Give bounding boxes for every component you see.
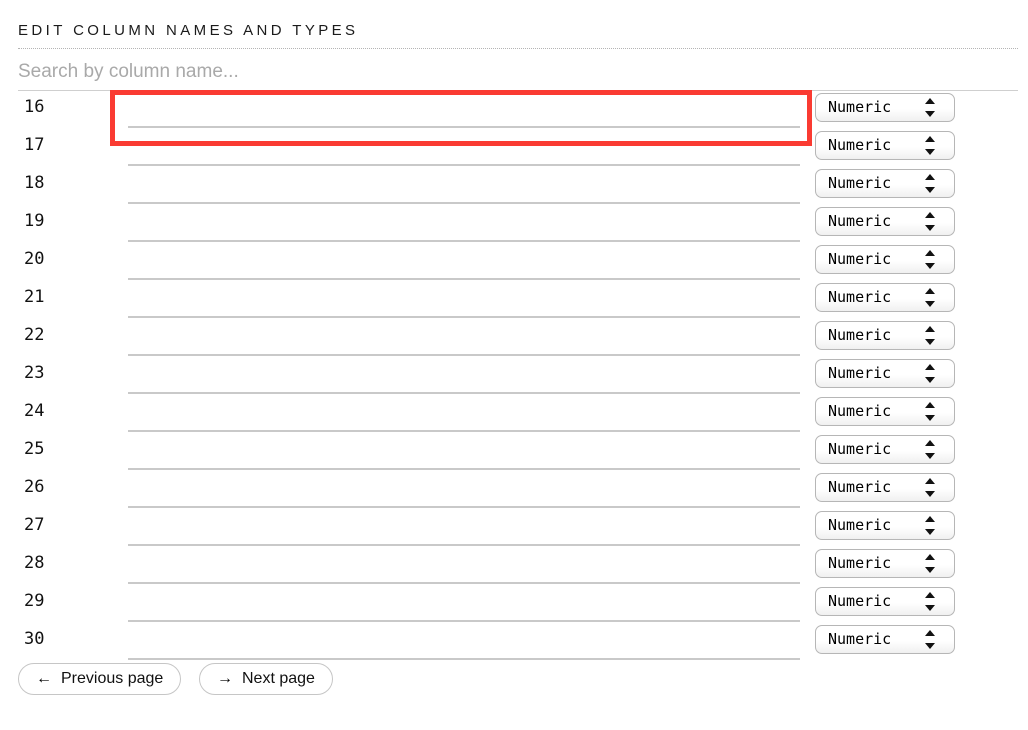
row-number: 22 bbox=[24, 325, 68, 345]
row-number: 17 bbox=[24, 135, 68, 155]
row-number: 23 bbox=[24, 363, 68, 383]
table-row: 18 NumericTextDateBoolean bbox=[0, 168, 1028, 206]
table-row: 28 NumericTextDateBoolean bbox=[0, 548, 1028, 586]
row-number: 25 bbox=[24, 439, 68, 459]
column-type-select[interactable]: NumericTextDateBoolean bbox=[815, 435, 955, 464]
row-number: 20 bbox=[24, 249, 68, 269]
column-type-select[interactable]: NumericTextDateBoolean bbox=[815, 283, 955, 312]
column-type-select[interactable]: NumericTextDateBoolean bbox=[815, 245, 955, 274]
pagination-footer: ← Previous page → Next page bbox=[0, 663, 1028, 703]
row-number: 24 bbox=[24, 401, 68, 421]
row-number: 28 bbox=[24, 553, 68, 573]
table-row: 29 NumericTextDateBoolean bbox=[0, 586, 1028, 624]
table-row: 20 NumericTextDateBoolean bbox=[0, 244, 1028, 282]
table-row: 19 NumericTextDateBoolean bbox=[0, 206, 1028, 244]
column-rows-list: 16 NumericTextDateBoolean 17 NumericTextDat… bbox=[0, 92, 1028, 662]
page-title: Edit column names and types bbox=[18, 22, 1018, 49]
column-name-input[interactable] bbox=[128, 358, 800, 394]
column-type-select[interactable]: NumericTextDateBoolean bbox=[815, 625, 955, 654]
row-number: 26 bbox=[24, 477, 68, 497]
table-row: 30 NumericTextDateBoolean bbox=[0, 624, 1028, 662]
column-name-input[interactable] bbox=[128, 320, 800, 356]
table-row: 27 NumericTextDateBoolean bbox=[0, 510, 1028, 548]
column-name-input[interactable] bbox=[128, 472, 800, 508]
table-row: 17 NumericTextDateBoolean bbox=[0, 130, 1028, 168]
column-type-select[interactable]: NumericTextDateBoolean bbox=[815, 549, 955, 578]
column-name-input[interactable] bbox=[128, 586, 800, 622]
column-type-select[interactable]: NumericTextDateBoolean bbox=[815, 587, 955, 616]
column-type-select[interactable]: NumericTextDateBoolean bbox=[815, 131, 955, 160]
table-row: 26 NumericTextDateBoolean bbox=[0, 472, 1028, 510]
row-number: 19 bbox=[24, 211, 68, 231]
column-type-select[interactable]: NumericTextDateBoolean bbox=[815, 511, 955, 540]
column-type-select[interactable]: NumericTextDateBoolean bbox=[815, 93, 955, 122]
arrow-left-icon: ← bbox=[36, 671, 52, 687]
row-number: 29 bbox=[24, 591, 68, 611]
row-number: 21 bbox=[24, 287, 68, 307]
column-type-select[interactable]: NumericTextDateBoolean bbox=[815, 359, 955, 388]
arrow-right-icon: → bbox=[217, 671, 233, 687]
table-row: 23 NumericTextDateBoolean bbox=[0, 358, 1028, 396]
search-input[interactable] bbox=[18, 57, 998, 87]
column-name-input[interactable] bbox=[128, 130, 800, 166]
row-number: 16 bbox=[24, 97, 68, 117]
column-name-input[interactable] bbox=[128, 206, 800, 242]
column-name-input[interactable] bbox=[128, 624, 800, 660]
column-name-input[interactable] bbox=[128, 168, 800, 204]
column-name-input[interactable] bbox=[128, 244, 800, 280]
column-name-input[interactable] bbox=[128, 548, 800, 584]
column-type-select[interactable]: NumericTextDateBoolean bbox=[815, 473, 955, 502]
column-name-input[interactable] bbox=[128, 282, 800, 318]
column-name-input[interactable] bbox=[128, 510, 800, 546]
row-number: 27 bbox=[24, 515, 68, 535]
column-name-input[interactable] bbox=[128, 434, 800, 470]
table-row: 22 NumericTextDateBoolean bbox=[0, 320, 1028, 358]
table-row: 25 NumericTextDateBoolean bbox=[0, 434, 1028, 472]
table-row: 24 NumericTextDateBoolean bbox=[0, 396, 1028, 434]
column-type-select[interactable]: NumericTextDateBoolean bbox=[815, 321, 955, 350]
column-type-select[interactable]: NumericTextDateBoolean bbox=[815, 397, 955, 426]
table-row: 16 NumericTextDateBoolean bbox=[0, 92, 1028, 130]
column-type-select[interactable]: NumericTextDateBoolean bbox=[815, 207, 955, 236]
search-divider bbox=[18, 90, 1018, 91]
next-page-label: Next page bbox=[242, 670, 315, 688]
row-number: 30 bbox=[24, 629, 68, 649]
row-number: 18 bbox=[24, 173, 68, 193]
table-row: 21 NumericTextDateBoolean bbox=[0, 282, 1028, 320]
search-bar bbox=[0, 57, 1028, 91]
previous-page-label: Previous page bbox=[61, 670, 163, 688]
column-name-input[interactable] bbox=[128, 396, 800, 432]
previous-page-button[interactable]: ← Previous page bbox=[18, 663, 181, 695]
next-page-button[interactable]: → Next page bbox=[199, 663, 333, 695]
column-type-select[interactable]: NumericTextDateBoolean bbox=[815, 169, 955, 198]
column-name-input[interactable] bbox=[128, 92, 800, 128]
